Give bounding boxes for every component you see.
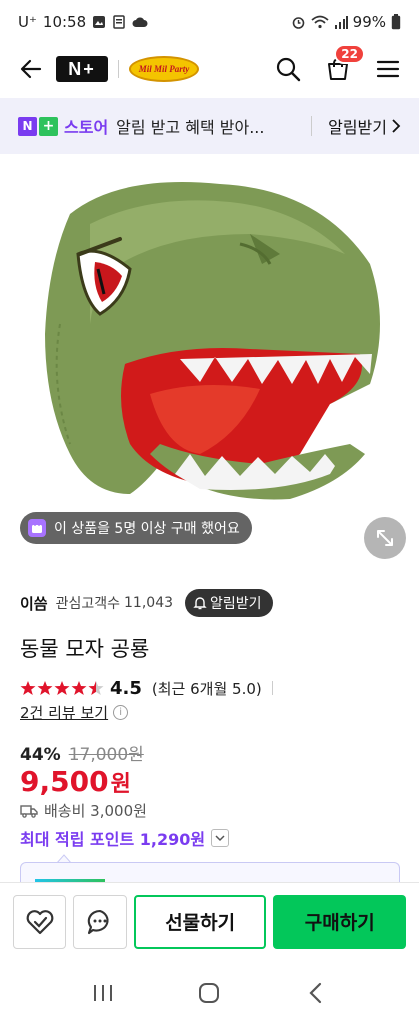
expand-icon <box>377 530 393 546</box>
seller-notify-button[interactable]: 알림받기 <box>185 589 273 617</box>
home-button[interactable] <box>189 973 229 1013</box>
rating-row: 4.5 (최근 6개월 5.0) <box>20 676 273 700</box>
brand-logo[interactable]: Mil Mil Party <box>129 56 199 82</box>
banner-notify-label: 알림받기 <box>328 118 387 137</box>
rating-value: 4.5 <box>110 677 142 699</box>
store-notification-banner: N + 스토어 알림 받고 혜택 받아... 알림받기 <box>0 98 419 154</box>
star-icon <box>88 681 104 695</box>
shopping-bag-icon <box>28 519 46 537</box>
alarm-icon <box>291 15 306 30</box>
recents-icon <box>94 985 113 1001</box>
star-icon <box>71 681 87 695</box>
plus-badge-icon: + <box>39 116 58 136</box>
menu-button[interactable] <box>371 52 405 86</box>
star-icon <box>54 681 70 695</box>
battery-icon <box>391 14 401 30</box>
seller-row: 이씀 관심고객수 11,043 알림받기 <box>20 588 273 618</box>
original-price: 17,000원 <box>68 745 144 765</box>
store-name: 스토어 <box>64 118 109 137</box>
gallery-icon <box>92 15 106 29</box>
shipping-row: 배송비 3,000원 <box>20 800 147 821</box>
buyer-notice-text: 이 상품을 5명 이상 구매 했어요 <box>54 521 240 537</box>
n-badge-icon: N <box>18 116 37 136</box>
banner-divider <box>311 116 313 136</box>
product-title: 동물 모자 공룡 <box>20 637 150 661</box>
interest-label: 관심고객수 <box>55 596 121 612</box>
banner-notify-button[interactable]: 알림받기 <box>311 114 401 138</box>
review-link-label: 2건 리뷰 보기 <box>20 704 109 722</box>
chat-bubble-icon <box>87 909 109 934</box>
discount-percent: 44% <box>20 745 61 765</box>
nav-back-button[interactable] <box>296 973 336 1013</box>
status-bar: U⁺ 10:58 99% <box>0 0 419 44</box>
price-unit: 원 <box>110 772 131 797</box>
home-icon <box>199 983 220 1003</box>
wishlist-button[interactable] <box>13 894 67 949</box>
battery-percent: 99% <box>352 13 386 31</box>
rating-stars <box>20 680 104 696</box>
heart-check-icon <box>26 909 54 934</box>
truck-icon <box>20 804 38 818</box>
arrow-left-icon <box>20 59 42 79</box>
star-icon <box>20 681 36 695</box>
search-icon <box>276 57 301 82</box>
nplus-logo[interactable]: N+ <box>56 56 108 82</box>
rating-divider <box>271 681 273 695</box>
recents-button[interactable] <box>83 973 123 1013</box>
star-icon <box>37 681 53 695</box>
system-nav-bar <box>0 962 419 1024</box>
review-link[interactable]: 2건 리뷰 보기 i <box>20 702 129 723</box>
purchase-action-bar: 선물하기 구매하기 <box>0 882 419 960</box>
clock: 10:58 <box>42 13 87 31</box>
app-header: N+ Mil Mil Party 22 <box>0 44 419 94</box>
banner-message: 알림 받고 혜택 받아... <box>116 118 265 137</box>
discount-row: 44% 17,000원 <box>20 740 144 765</box>
cart-button[interactable]: 22 <box>321 44 365 86</box>
header-divider <box>118 60 119 78</box>
interest-count: 11,043 <box>124 595 174 611</box>
product-image[interactable] <box>0 154 419 572</box>
hamburger-icon <box>376 60 400 78</box>
seller-notify-label: 알림받기 <box>210 596 262 612</box>
shipping-fee: 배송비 3,000원 <box>44 802 147 820</box>
carrier-label: U⁺ <box>18 13 37 31</box>
talk-button[interactable] <box>73 894 127 949</box>
chevron-right-icon <box>392 119 401 133</box>
wifi-icon <box>311 15 329 29</box>
seller-name[interactable]: 이씀 <box>20 593 48 614</box>
back-chevron-icon <box>309 982 321 1004</box>
nplus-store-badge: N + 스토어 <box>18 114 108 138</box>
back-button[interactable] <box>14 52 48 86</box>
max-points: 최대 적립 포인트 1,290원 <box>20 830 206 849</box>
cloud-icon <box>132 16 148 28</box>
gift-button[interactable]: 선물하기 <box>133 894 267 949</box>
price-row: 9,500 원 <box>20 765 131 798</box>
clipboard-icon <box>112 15 126 29</box>
search-button[interactable] <box>271 52 305 86</box>
signal-icon <box>334 15 348 29</box>
info-icon[interactable]: i <box>113 705 129 720</box>
cart-count-badge: 22 <box>334 44 365 64</box>
sale-price: 9,500 <box>20 765 109 798</box>
chevron-down-icon <box>211 829 230 847</box>
points-row[interactable]: 최대 적립 포인트 1,290원 <box>20 826 230 850</box>
brand-logo-text: Mil Mil Party <box>138 63 190 74</box>
bell-plus-icon <box>193 597 207 610</box>
rating-recent: (최근 6개월 5.0) <box>151 679 262 698</box>
buy-button[interactable]: 구매하기 <box>273 894 407 949</box>
dinosaur-hat-image <box>45 182 380 500</box>
expand-image-button[interactable] <box>364 517 406 559</box>
buyer-count-notice: 이 상품을 5명 이상 구매 했어요 <box>20 512 252 544</box>
